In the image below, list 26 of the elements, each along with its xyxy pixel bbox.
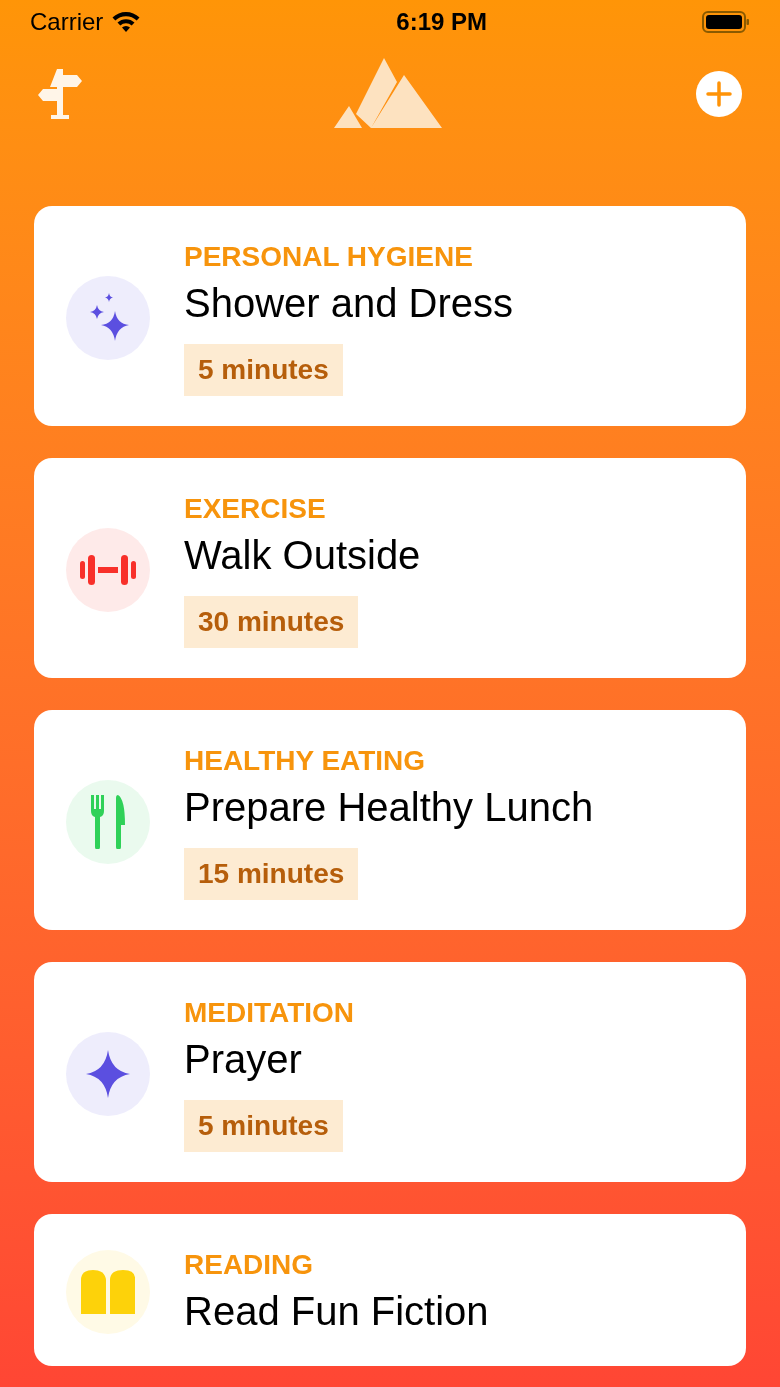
habit-title: Read Fun Fiction — [184, 1288, 489, 1335]
habit-title: Prayer — [184, 1036, 302, 1083]
wifi-icon — [111, 11, 142, 33]
category-label: MEDITATION — [184, 996, 355, 1030]
habit-card[interactable]: EXERCISE Walk Outside 30 minutes — [34, 458, 746, 678]
habit-card[interactable]: MEDITATION Prayer 5 minutes — [34, 962, 746, 1182]
habit-title: Walk Outside — [184, 532, 421, 579]
duration-tag: 5 minutes — [184, 1100, 343, 1152]
habit-title: Prepare Healthy Lunch — [184, 784, 594, 831]
signpost-icon[interactable] — [38, 69, 82, 119]
category-label: PERSONAL HYGIENE — [184, 240, 473, 274]
mountains-icon — [334, 58, 444, 130]
habit-title: Shower and Dress — [184, 280, 514, 327]
duration-tag: 5 minutes — [184, 344, 343, 396]
habit-card[interactable]: READING Read Fun Fiction — [34, 1214, 746, 1366]
habit-card[interactable]: HEALTHY EATING Prepare Healthy Lunch 15 minutes — [34, 710, 746, 930]
habit-card[interactable]: PERSONAL HYGIENE Shower and Dress 5 minutes — [34, 206, 746, 426]
category-label: EXERCISE — [184, 492, 326, 526]
add-icon[interactable] — [696, 71, 742, 117]
clock-time: 6:19 PM — [396, 7, 487, 37]
battery-icon — [702, 10, 750, 34]
carrier-label: Carrier — [30, 7, 104, 37]
duration-tag: 15 minutes — [184, 848, 359, 900]
category-label: HEALTHY EATING — [184, 744, 426, 778]
category-label: READING — [184, 1248, 314, 1282]
duration-tag: 30 minutes — [184, 596, 359, 648]
